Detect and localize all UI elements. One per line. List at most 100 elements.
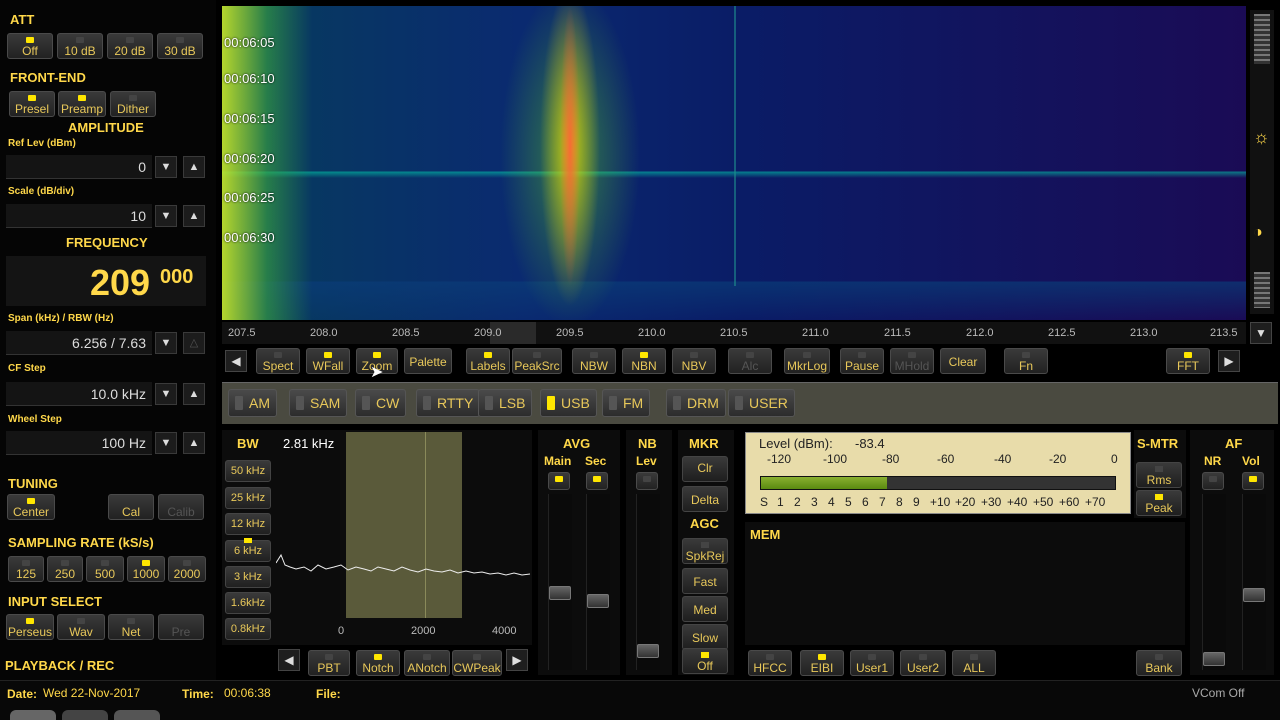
bw-left-icon[interactable]: ◀ [278,649,300,671]
avg-sec-toggle[interactable] [586,472,608,490]
peaksrc-button[interactable]: PeakSrc [512,348,562,374]
att-30db-button[interactable]: 30 dB [157,33,203,59]
clear-button[interactable]: Clear [940,348,986,374]
avg-main-slider[interactable] [548,494,572,670]
preamp-button[interactable]: Preamp [58,91,106,117]
user2-button[interactable]: User2 [900,650,946,676]
bw-1-6khz-button[interactable]: 1.6kHz [225,592,271,614]
scroll-down-icon[interactable]: ▼ [1250,322,1272,344]
span-up-icon[interactable]: △ [183,332,205,354]
nbn-button[interactable]: NBN [622,348,666,374]
input-pre-button[interactable]: Pre [158,614,204,640]
cwpeak-button[interactable]: CWPeak [452,650,502,676]
labels-button[interactable]: Labels [466,348,510,374]
anotch-button[interactable]: ANotch [404,650,450,676]
avg-sec-slider[interactable] [586,494,610,670]
notch-button[interactable]: Notch [356,650,400,676]
pbt-button[interactable]: PBT [308,650,350,676]
slider-knob[interactable] [1243,588,1265,602]
slider-knob[interactable] [637,644,659,658]
nb-slider[interactable] [636,494,660,670]
bw-12khz-button[interactable]: 12 kHz [225,513,271,535]
mem-panel[interactable] [745,522,1185,645]
cf-step-field[interactable]: 10.0 kHz [6,382,152,406]
mode-am-button[interactable]: AM [228,389,277,417]
agc-off-button[interactable]: Off [682,648,728,674]
scale-field[interactable]: 10 [6,204,152,228]
mode-rtty-button[interactable]: RTTY [416,389,481,417]
nr-slider[interactable] [1202,494,1226,670]
cf-step-up-icon[interactable]: ▲ [183,383,205,405]
cal-button[interactable]: Cal [108,494,154,520]
mode-usb-button[interactable]: USB [540,389,597,417]
all-button[interactable]: ALL [952,650,996,676]
rate-1000-button[interactable]: 1000 [127,556,165,582]
passband-area[interactable] [346,432,462,618]
avg-main-toggle[interactable] [548,472,570,490]
mhold-button[interactable]: MHold [890,348,934,374]
input-net-button[interactable]: Net [108,614,154,640]
agc-med-button[interactable]: Med [682,596,728,622]
scale-up-icon[interactable]: ▲ [183,205,205,227]
wheel-step-down-icon[interactable]: ▼ [155,432,177,454]
peak-button[interactable]: Peak [1136,490,1182,516]
slider-knob[interactable] [1203,652,1225,666]
mode-lsb-button[interactable]: LSB [478,389,533,417]
rate-2000-button[interactable]: 2000 [168,556,206,582]
rms-button[interactable]: Rms [1136,462,1182,488]
mode-user-button[interactable]: USER [728,389,795,417]
wfall-button[interactable]: WFall [306,348,350,374]
bw-0-8khz-button[interactable]: 0.8kHz [225,618,271,640]
agc-spkrej-button[interactable]: SpkRej [682,538,728,564]
rate-250-button[interactable]: 250 [47,556,83,582]
user1-button[interactable]: User1 [850,650,894,676]
nbv-button[interactable]: NBV [672,348,716,374]
palette-button[interactable]: Palette [404,348,452,374]
calib-button[interactable]: Calib [158,494,204,520]
cf-step-down-icon[interactable]: ▼ [155,383,177,405]
ref-level-field[interactable]: 0 [6,155,152,179]
nr-toggle[interactable] [1202,472,1224,490]
mkrlog-button[interactable]: MkrLog [784,348,830,374]
brightness-icon[interactable]: ☼ [1253,127,1271,147]
nb-toggle[interactable] [636,472,658,490]
bw-3khz-button[interactable]: 3 kHz [225,566,271,588]
slider-knob[interactable] [549,586,571,600]
frequency-display[interactable]: 209 000 [6,256,206,306]
stop-button[interactable] [62,710,108,720]
nbw-button[interactable]: NBW [572,348,616,374]
wheel-step-field[interactable]: 100 Hz [6,431,152,455]
center-button[interactable]: Center [7,494,55,520]
presel-button[interactable]: Presel [9,91,55,117]
rate-125-button[interactable]: 125 [8,556,44,582]
clr-button[interactable]: Clr [682,456,728,482]
mode-sam-button[interactable]: SAM [289,389,348,417]
scroll-grip[interactable] [1254,14,1270,64]
agc-fast-button[interactable]: Fast [682,568,728,594]
dither-button[interactable]: Dither [110,91,156,117]
eibi-button[interactable]: EIBI [800,650,844,676]
span-field[interactable]: 6.256 / 7.63 [6,331,152,355]
record-button[interactable] [114,710,160,720]
att-20db-button[interactable]: 20 dB [107,33,153,59]
pause-button[interactable]: Pause [840,348,884,374]
vol-slider[interactable] [1242,494,1266,670]
bank-button[interactable]: Bank [1136,650,1182,676]
rate-500-button[interactable]: 500 [86,556,124,582]
alc-button[interactable]: Alc [728,348,772,374]
bw-6khz-button[interactable]: 6 kHz [225,538,271,562]
contrast-icon[interactable]: ◑ [1253,224,1271,244]
agc-slow-button[interactable]: Slow [682,624,728,650]
fn-button[interactable]: Fn [1004,348,1048,374]
wheel-step-up-icon[interactable]: ▲ [183,432,205,454]
input-perseus-button[interactable]: Perseus [6,614,54,640]
input-wav-button[interactable]: Wav [57,614,105,640]
mode-cw-button[interactable]: CW [355,389,407,417]
toolbar-left-icon[interactable]: ◀ [225,350,247,372]
bw-right-icon[interactable]: ▶ [506,649,528,671]
ref-level-up-icon[interactable]: ▲ [183,156,205,178]
ref-level-down-icon[interactable]: ▼ [155,156,177,178]
hfcc-button[interactable]: HFCC [748,650,792,676]
bw-25khz-button[interactable]: 25 kHz [225,487,271,509]
toolbar-right-icon[interactable]: ▶ [1218,350,1240,372]
